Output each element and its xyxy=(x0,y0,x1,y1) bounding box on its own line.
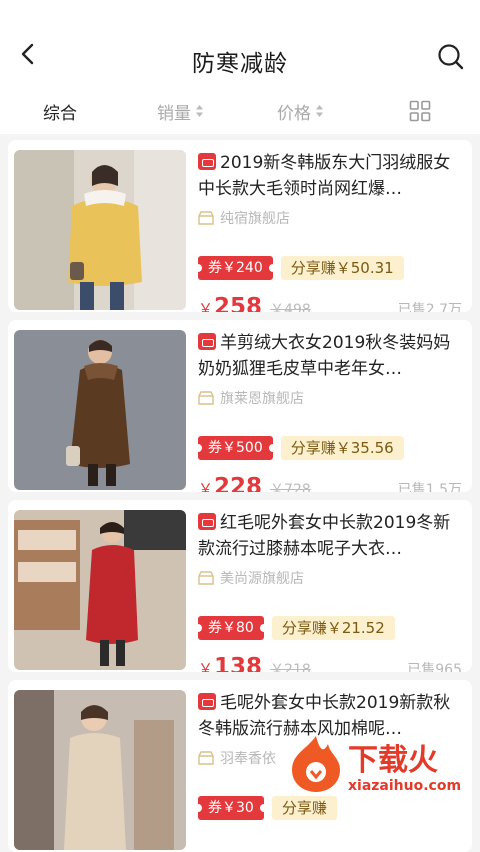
product-title: 2019新冬韩版东大门羽绒服女中长款大毛领时尚网红爆… xyxy=(198,153,451,199)
sort-tab-label: 价格 xyxy=(277,103,311,124)
sort-tab-label: 综合 xyxy=(43,103,77,124)
svg-text:xiazaihuo.com: xiazaihuo.com xyxy=(348,778,461,794)
product-price: 258 xyxy=(214,294,263,312)
page-title: 防寒减龄 xyxy=(192,51,288,77)
shop-name-row: 纯宿旗舰店 xyxy=(198,208,462,228)
product-image[interactable] xyxy=(14,330,186,490)
share-earn-badge[interactable]: 分享赚￥21.52 xyxy=(271,616,395,640)
currency-symbol: ￥ xyxy=(198,660,214,672)
sort-arrows-icon xyxy=(316,105,323,117)
sort-arrows-icon xyxy=(196,105,203,117)
original-price: ￥498 xyxy=(270,302,311,312)
top-bar: 防寒减龄 xyxy=(0,0,480,88)
shop-name: 羽奉香依 xyxy=(220,751,276,767)
coupon-badge[interactable]: 券￥500 xyxy=(194,436,277,460)
shop-name-row: 美尚源旗舰店 xyxy=(198,568,462,588)
product-price: 138 xyxy=(214,654,263,672)
product-image[interactable] xyxy=(14,690,186,850)
product-card[interactable]: 2019新冬韩版东大门羽绒服女中长款大毛领时尚网红爆… 纯宿旗舰店 券￥240 … xyxy=(8,140,472,312)
shop-icon xyxy=(198,391,214,405)
shop-name: 美尚源旗舰店 xyxy=(220,571,304,587)
share-earn-badge[interactable]: 分享赚￥50.31 xyxy=(280,256,404,280)
sort-tab-comprehensive[interactable]: 综合 xyxy=(0,99,120,124)
sold-count: 已售965 xyxy=(407,662,462,672)
tmall-icon xyxy=(198,153,216,170)
sort-bar: 综合 销量 价格 xyxy=(0,88,480,134)
product-price: 228 xyxy=(214,474,263,492)
currency-symbol: ￥ xyxy=(198,480,214,492)
search-icon[interactable] xyxy=(436,42,466,72)
product-card[interactable]: 红毛呢外套女中长款2019冬新款流行过膝赫本呢子大衣… 美尚源旗舰店 券￥80 … xyxy=(8,500,472,672)
shop-icon xyxy=(198,751,214,765)
svg-text:下载火: 下载火 xyxy=(348,743,438,778)
shop-icon xyxy=(198,211,214,225)
sort-tab-label: 销量 xyxy=(157,103,191,124)
product-card[interactable]: 羊剪绒大衣女2019秋冬装妈妈奶奶狐狸毛皮草中老年女… 旗莱恩旗舰店 券￥500… xyxy=(8,320,472,492)
shop-name: 纯宿旗舰店 xyxy=(220,211,290,227)
sold-count: 已售1.5万 xyxy=(397,482,462,492)
share-earn-badge[interactable]: 分享赚￥35.56 xyxy=(280,436,404,460)
coupon-badge[interactable]: 券￥80 xyxy=(194,616,268,640)
product-image[interactable] xyxy=(14,510,186,670)
product-title: 红毛呢外套女中长款2019冬新款流行过膝赫本呢子大衣… xyxy=(198,513,451,559)
tmall-icon xyxy=(198,513,216,530)
tmall-icon xyxy=(198,333,216,350)
shop-icon xyxy=(198,571,214,585)
coupon-badge[interactable]: 券￥240 xyxy=(194,256,277,280)
sort-tab-price[interactable]: 价格 xyxy=(240,99,360,124)
layout-toggle-button[interactable] xyxy=(360,100,480,122)
shop-name: 旗莱恩旗舰店 xyxy=(220,391,304,407)
sold-count: 已售2.7万 xyxy=(397,302,462,312)
original-price: ￥218 xyxy=(270,662,311,672)
currency-symbol: ￥ xyxy=(198,300,214,312)
grid-icon xyxy=(409,100,431,122)
sort-tab-sales[interactable]: 销量 xyxy=(120,99,240,124)
product-image[interactable] xyxy=(14,150,186,310)
product-title: 羊剪绒大衣女2019秋冬装妈妈奶奶狐狸毛皮草中老年女… xyxy=(198,333,451,379)
shop-name-row: 旗莱恩旗舰店 xyxy=(198,388,462,408)
original-price: ￥728 xyxy=(270,482,311,492)
tmall-icon xyxy=(198,693,216,710)
watermark-logo: 下载火 xiazaihuo.com xyxy=(292,736,461,794)
